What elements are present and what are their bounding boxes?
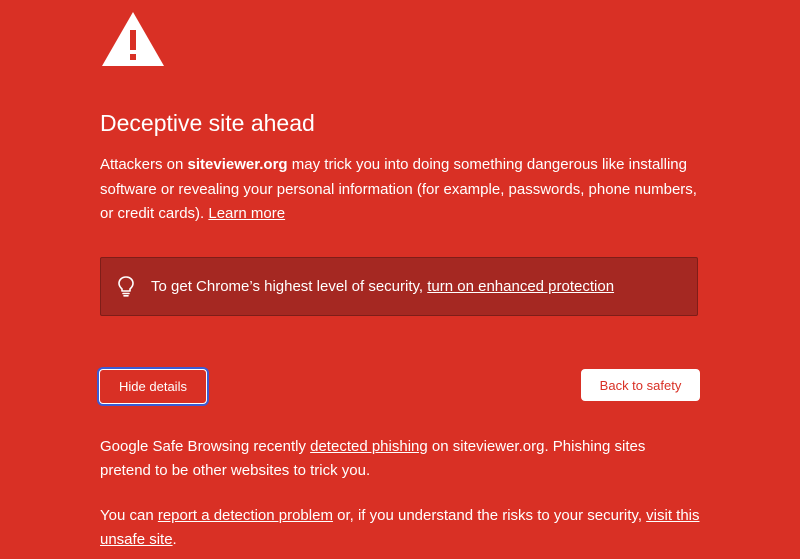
enhanced-protection-text: To get Chrome’s highest level of securit…: [151, 277, 614, 297]
learn-more-link[interactable]: Learn more: [208, 205, 285, 222]
detected-phishing-link[interactable]: detected phishing: [310, 438, 428, 455]
details-p2-prefix: You can: [100, 507, 158, 524]
hide-details-button[interactable]: Hide details: [99, 369, 207, 404]
details-p2-middle: or, if you understand the risks to your …: [332, 507, 647, 524]
details-p1-prefix: Google Safe Browsing recently: [100, 438, 311, 455]
intro-prefix: Attackers on: [100, 156, 188, 173]
interstitial-page: Deceptive site ahead Attackers on sitevi…: [0, 0, 800, 559]
warning-triangle-icon: [102, 12, 164, 66]
site-name: siteviewer.org: [187, 156, 288, 173]
details-paragraph-phishing: Google Safe Browsing recently detected p…: [100, 435, 700, 483]
enhanced-protection-label: To get Chrome’s highest level of securit…: [151, 278, 428, 295]
enhanced-protection-link[interactable]: turn on enhanced protection: [427, 278, 614, 295]
back-to-safety-button[interactable]: Back to safety: [581, 369, 700, 401]
enhanced-protection-banner: To get Chrome’s highest level of securit…: [100, 257, 698, 316]
details-paragraph-options: You can report a detection problem or, i…: [100, 504, 700, 552]
details-p2-suffix: .: [172, 531, 177, 548]
report-detection-problem-link[interactable]: report a detection problem: [158, 507, 333, 524]
page-title: Deceptive site ahead: [100, 110, 315, 136]
intro-paragraph: Attackers on siteviewer.org may trick yo…: [100, 153, 700, 227]
lightbulb-icon: [118, 276, 134, 297]
